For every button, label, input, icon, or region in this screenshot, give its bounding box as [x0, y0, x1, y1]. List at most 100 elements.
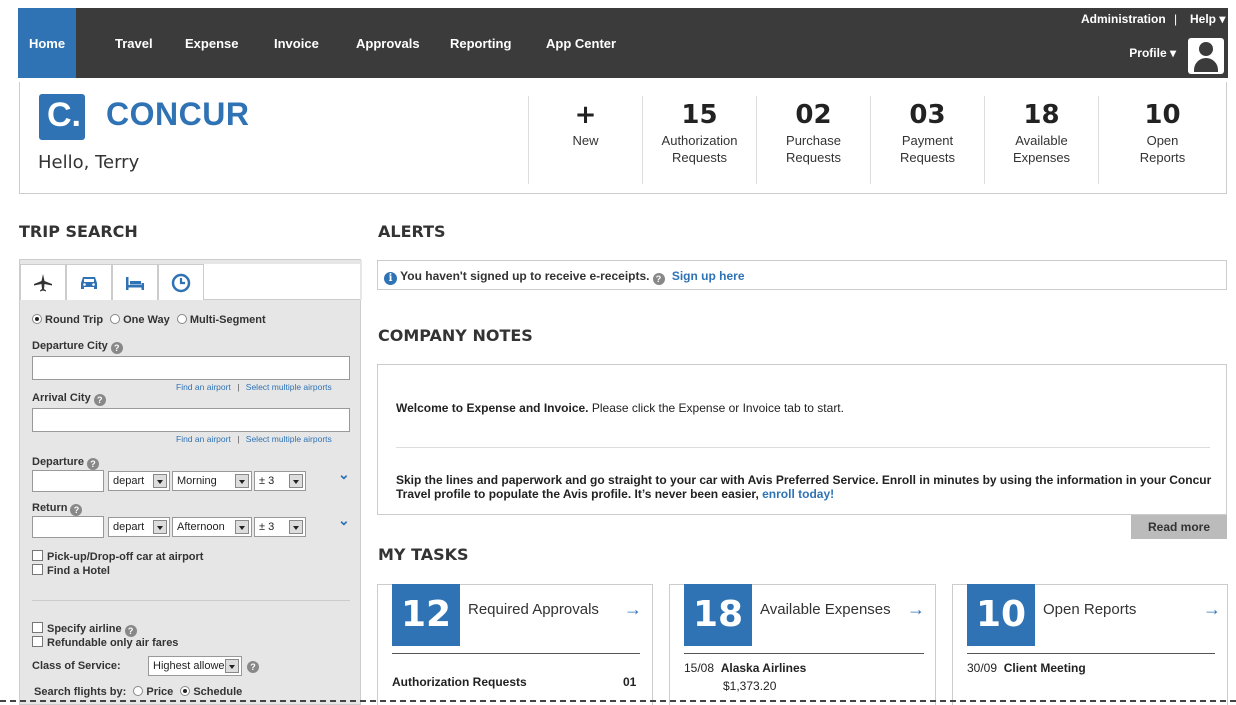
profile-menu[interactable]: Profile ▾: [1129, 46, 1176, 60]
task-card-available-expenses[interactable]: 18 Available Expenses → 15/08 Alaska Air…: [669, 584, 936, 705]
info-icon: i: [384, 272, 397, 285]
trip-search-form: Round Trip One Way Multi-Segment Departu…: [20, 300, 360, 704]
task-row-count: 01: [623, 675, 637, 689]
specify-airline-checkbox[interactable]: [32, 622, 43, 633]
task-divider: [967, 653, 1215, 654]
return-range-select[interactable]: ± 3: [254, 517, 306, 537]
enroll-today-link[interactable]: enroll today!: [762, 487, 834, 501]
departure-range-select[interactable]: ± 3: [254, 471, 306, 491]
task-title: Required Approvals: [468, 601, 599, 618]
help-icon[interactable]: ?: [93, 394, 106, 406]
stat-label: Purchase Requests: [786, 133, 841, 165]
my-tasks-heading: MY TASKS: [378, 545, 469, 564]
schedule-radio[interactable]: [180, 686, 191, 696]
concur-logo-icon: C.: [39, 94, 85, 140]
task-card-required-approvals[interactable]: 12 Required Approvals → Authorization Re…: [377, 584, 653, 705]
brand-name: CONCUR: [106, 96, 250, 132]
plus-icon: +: [574, 100, 597, 130]
departure-city-input[interactable]: [32, 356, 350, 380]
tab-approvals[interactable]: Approvals: [356, 8, 420, 78]
class-of-service-label: Class of Service:: [32, 660, 121, 672]
help-icon[interactable]: ?: [86, 458, 99, 470]
stat-open-reports[interactable]: 10 Open Reports: [1098, 96, 1226, 184]
company-notes-heading: COMPANY NOTES: [378, 326, 533, 345]
stat-number: 15: [681, 100, 718, 130]
one-way-radio[interactable]: [110, 314, 121, 324]
tab-expense[interactable]: Expense: [185, 8, 238, 78]
return-depart-select[interactable]: depart: [108, 517, 170, 537]
clock-icon: [171, 273, 191, 293]
arrow-right-icon[interactable]: →: [1203, 599, 1221, 620]
arrow-right-icon[interactable]: →: [907, 599, 925, 620]
select-multiple-airports-link[interactable]: Select multiple airports: [246, 434, 332, 444]
greeting: Hello, Terry: [38, 152, 140, 173]
tab-travel[interactable]: Travel: [115, 8, 153, 78]
help-menu[interactable]: Help ▾: [1190, 12, 1225, 26]
hotel-tab[interactable]: [112, 264, 158, 300]
chevron-down-icon: [289, 520, 303, 534]
avatar-icon[interactable]: [1188, 38, 1224, 74]
task-row-authorization-requests[interactable]: Authorization Requests: [392, 675, 527, 689]
stat-payment-requests[interactable]: 03 Payment Requests: [870, 96, 984, 184]
stat-authorization-requests[interactable]: 15 Authorization Requests: [642, 96, 756, 184]
chevron-down-icon: [153, 520, 167, 534]
departure-depart-select[interactable]: depart: [108, 471, 170, 491]
welcome-note: Welcome to Expense and Invoice. Please c…: [396, 401, 844, 415]
alert-text: You haven't signed up to receive e-recei…: [400, 269, 650, 283]
stat-number: 10: [1144, 100, 1181, 130]
expand-return-chevron-icon[interactable]: ⌄: [338, 512, 350, 529]
sign-up-link[interactable]: Sign up here: [672, 269, 745, 283]
stat-label: Open Reports: [1139, 133, 1186, 165]
alerts-heading: ALERTS: [378, 222, 446, 241]
task-count: 12: [392, 584, 460, 646]
departure-date-input[interactable]: [32, 470, 104, 492]
return-date-input[interactable]: [32, 516, 104, 538]
tab-reporting[interactable]: Reporting: [450, 8, 511, 78]
page-cut-line: [0, 700, 1236, 702]
help-icon[interactable]: ?: [652, 273, 665, 285]
expense-row[interactable]: 15/08 Alaska Airlines: [684, 661, 806, 675]
tab-home[interactable]: Home: [18, 8, 76, 78]
stat-available-expenses[interactable]: 18 Available Expenses: [984, 96, 1098, 184]
arrow-right-icon[interactable]: →: [624, 599, 642, 620]
car-tab[interactable]: [66, 264, 112, 300]
task-title: Open Reports: [1043, 601, 1137, 618]
help-icon[interactable]: ?: [110, 342, 123, 354]
new-button[interactable]: + New: [528, 96, 642, 184]
select-multiple-airports-link[interactable]: Select multiple airports: [246, 382, 332, 392]
car-pickup-row: Pick-up/Drop-off car at airport: [32, 550, 203, 563]
chevron-down-icon: [289, 474, 303, 488]
price-radio[interactable]: [133, 686, 144, 696]
find-hotel-checkbox[interactable]: [32, 564, 43, 575]
return-time-select[interactable]: Afternoon: [172, 517, 252, 537]
tab-strip-fill: [204, 264, 360, 300]
trip-search-panel: Round Trip One Way Multi-Segment Departu…: [19, 259, 362, 705]
refundable-checkbox[interactable]: [32, 636, 43, 647]
company-notes-box: Welcome to Expense and Invoice. Please c…: [377, 364, 1227, 515]
task-count: 10: [967, 584, 1035, 646]
expand-departure-chevron-icon[interactable]: ⌄: [338, 466, 350, 483]
return-label: Return?: [32, 502, 83, 516]
report-row[interactable]: 30/09 Client Meeting: [967, 661, 1086, 675]
arrival-city-input[interactable]: [32, 408, 350, 432]
class-of-service-select[interactable]: Highest allowed: [148, 656, 242, 676]
round-trip-radio[interactable]: [32, 314, 42, 324]
history-tab[interactable]: [158, 264, 204, 300]
find-airport-link[interactable]: Find an airport: [176, 434, 231, 444]
find-airport-link[interactable]: Find an airport: [176, 382, 231, 392]
car-pickup-checkbox[interactable]: [32, 550, 43, 561]
administration-link[interactable]: Administration: [1081, 12, 1166, 26]
specify-airline-row: Specify airline?: [32, 622, 137, 637]
flight-tab[interactable]: [20, 264, 66, 300]
tab-app-center[interactable]: App Center: [546, 8, 616, 78]
help-icon[interactable]: ?: [247, 661, 259, 673]
task-card-open-reports[interactable]: 10 Open Reports → 30/09 Client Meeting: [952, 584, 1228, 705]
help-icon[interactable]: ?: [70, 504, 83, 516]
search-by-row: Search flights by: Price Schedule: [34, 686, 243, 698]
multi-segment-radio[interactable]: [176, 314, 187, 324]
departure-time-select[interactable]: Morning: [172, 471, 252, 491]
tab-invoice[interactable]: Invoice: [274, 8, 319, 78]
avis-note: Skip the lines and paperwork and go stra…: [396, 473, 1212, 501]
stat-purchase-requests[interactable]: 02 Purchase Requests: [756, 96, 870, 184]
read-more-button[interactable]: Read more: [1131, 515, 1227, 539]
